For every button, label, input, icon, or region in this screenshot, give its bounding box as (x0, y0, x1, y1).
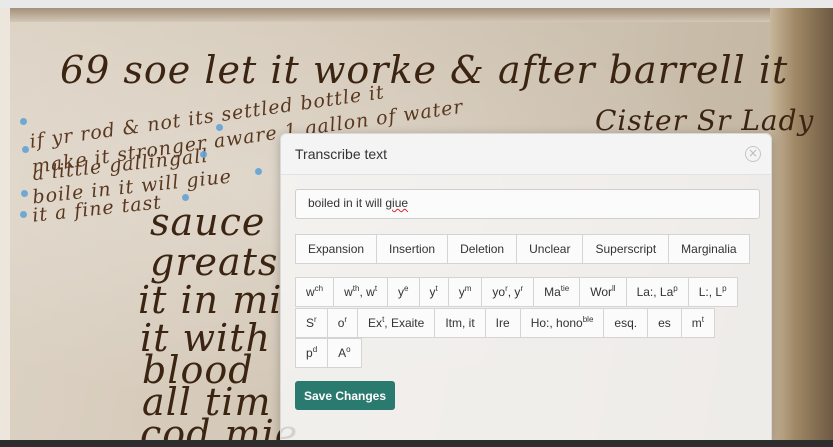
region-marker-dot[interactable] (182, 194, 189, 201)
superscript-button[interactable]: Superscript (582, 234, 670, 264)
char-button-or[interactable]: or (326, 308, 359, 338)
char-button-ym[interactable]: ym (447, 277, 483, 307)
manuscript-line: cod mie (140, 412, 299, 440)
char-button-ye[interactable]: ye (387, 277, 420, 307)
char-button-ext[interactable]: Ex t, Exaite (357, 308, 436, 338)
abbreviation-row-1: w ch w th, wt ye yt ym yo r, yr Ma tie Wor ll… (295, 277, 738, 307)
char-button-wch[interactable]: w ch (295, 277, 335, 307)
insertion-button[interactable]: Insertion (376, 234, 449, 264)
char-button-wth[interactable]: w th, wt (333, 277, 389, 307)
region-marker-dot[interactable] (20, 118, 27, 125)
char-button-matie[interactable]: Ma tie (533, 277, 581, 307)
region-marker-dot[interactable] (20, 211, 27, 218)
char-button-honoble[interactable]: Ho:, hono ble (519, 308, 605, 338)
unclear-button[interactable]: Unclear (516, 234, 584, 264)
marginalia-button[interactable]: Marginalia (668, 234, 750, 264)
expansion-button[interactable]: Expansion (295, 234, 378, 264)
char-button-la[interactable]: La:, La p (625, 277, 689, 307)
region-marker-dot[interactable] (22, 146, 29, 153)
region-marker-dot[interactable] (200, 151, 207, 158)
char-button-esq[interactable]: esq. (603, 308, 649, 338)
char-button-itm[interactable]: Itm, it (434, 308, 486, 338)
char-button-l[interactable]: L:, Lp (687, 277, 738, 307)
abbreviation-row-2: Sr or Ex t, Exaite Itm, it Ire Ho:, hono b… (295, 308, 716, 338)
char-button-mt[interactable]: mt (680, 308, 716, 338)
dialog-title: Transcribe text (295, 146, 388, 162)
close-circle-icon[interactable]: × (745, 146, 761, 162)
manuscript-line: 69 soe let it worke & after barrell it (60, 48, 789, 92)
bottom-bar (0, 440, 833, 447)
region-marker-dot[interactable] (21, 190, 28, 197)
transcribe-dialog: Transcribe text × boiled in it will giue… (280, 133, 772, 441)
region-marker-dot[interactable] (216, 124, 223, 131)
save-changes-button[interactable]: Save Changes (295, 381, 395, 410)
char-button-es[interactable]: es (647, 308, 682, 338)
char-button-sr[interactable]: Sr (295, 308, 328, 338)
dialog-header: Transcribe text × (281, 134, 771, 175)
abbreviation-row-3: pd Ao (295, 338, 362, 368)
transcription-input[interactable]: boiled in it will giue (295, 189, 760, 219)
region-marker-dot[interactable] (255, 168, 262, 175)
manuscript-line: sauce (150, 200, 266, 244)
page-top-edge (0, 8, 833, 22)
page-left-edge (0, 8, 10, 440)
char-button-worll[interactable]: Wor ll (579, 277, 627, 307)
char-button-ire[interactable]: Ire (484, 308, 521, 338)
char-button-ao[interactable]: Ao (327, 338, 362, 368)
char-button-yor[interactable]: yo r, yr (481, 277, 535, 307)
deletion-button[interactable]: Deletion (447, 234, 518, 264)
top-bar (0, 0, 833, 8)
char-button-yt[interactable]: yt (418, 277, 449, 307)
transcription-text: boiled in it will (308, 196, 386, 210)
tag-toolbar: Expansion Insertion Deletion Unclear Sup… (295, 234, 750, 264)
misspelled-word: giue (385, 196, 409, 210)
char-button-pd[interactable]: pd (295, 338, 329, 368)
